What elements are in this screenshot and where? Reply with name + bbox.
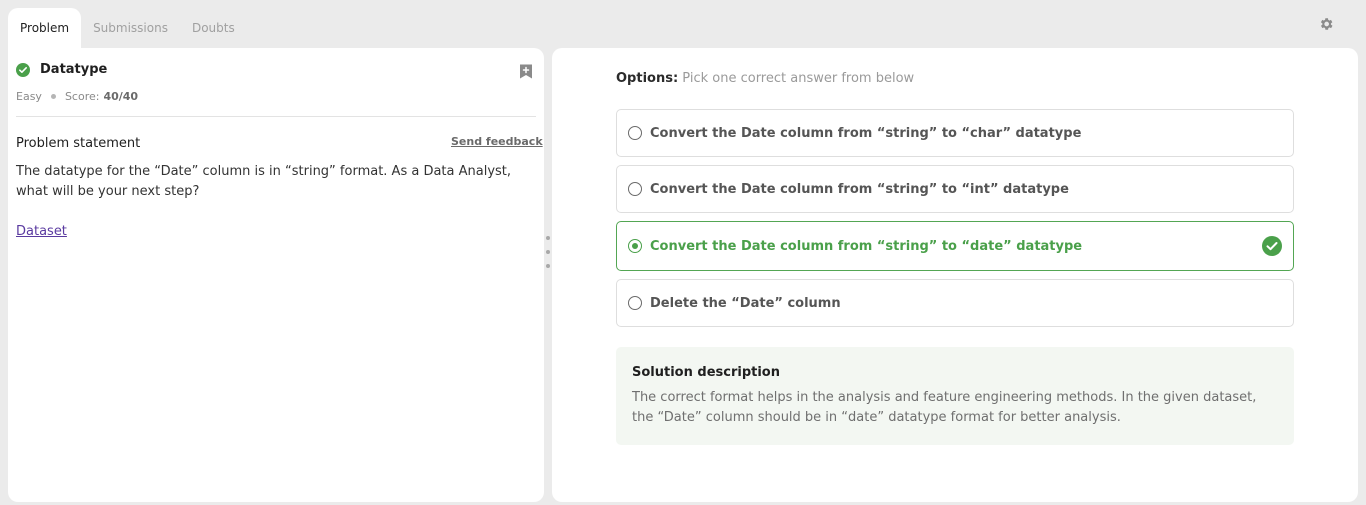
solution-text: The correct format helps in the analysis… [632, 390, 1257, 425]
dataset-link[interactable]: Dataset [16, 224, 67, 239]
check-circle-icon [1262, 236, 1282, 256]
option-text: Convert the Date column from “string” to… [650, 125, 1082, 141]
send-feedback-link[interactable]: Send feedback [451, 135, 543, 148]
problem-statement-heading: Problem statement [16, 136, 141, 151]
separator-dot [50, 94, 56, 99]
radio-button-selected[interactable] [628, 239, 642, 253]
solution-box: Solution description The correct format … [616, 347, 1294, 445]
option-4[interactable]: Delete the “Date” column [616, 279, 1294, 327]
score-value: 40/40 [103, 90, 139, 103]
option-text: Convert the Date column from “string” to… [650, 181, 1069, 197]
answer-panel: Options: Pick one correct answer from be… [552, 48, 1358, 502]
option-3[interactable]: Convert the Date column from “string” to… [616, 221, 1294, 271]
tab-doubts[interactable]: Doubts [180, 8, 247, 48]
option-2[interactable]: Convert the Date column from “string” to… [616, 165, 1294, 213]
tab-submissions[interactable]: Submissions [81, 8, 180, 48]
options-hint: Pick one correct answer from below [682, 71, 915, 86]
problem-title-row: Datatype [16, 62, 107, 77]
problem-title: Datatype [40, 62, 108, 77]
options-label: Options: Pick one correct answer from be… [616, 71, 914, 86]
radio-button[interactable] [628, 182, 642, 196]
gear-icon[interactable] [1316, 14, 1336, 34]
radio-button[interactable] [628, 126, 642, 140]
bookmark-plus-icon[interactable] [518, 63, 534, 80]
option-text: Convert the Date column from “string” to… [650, 238, 1083, 254]
tab-problem[interactable]: Problem [8, 8, 82, 48]
radio-button[interactable] [628, 296, 642, 310]
check-circle-icon [16, 62, 30, 77]
tab-bar: Problem Submissions Doubts [8, 8, 247, 48]
panel-resize-handle[interactable] [545, 236, 551, 268]
difficulty-label: Easy [16, 90, 42, 103]
problem-panel: Datatype Easy Score: 40/40 Problem state… [8, 48, 544, 502]
problem-meta: Easy Score: 40/40 [16, 90, 138, 103]
divider [16, 116, 536, 117]
option-1[interactable]: Convert the Date column from “string” to… [616, 109, 1294, 157]
options-label-bold: Options: [616, 71, 679, 86]
score-label: Score: [64, 90, 100, 103]
problem-statement-text: The datatype for the “Date” column is in… [16, 164, 512, 199]
solution-title: Solution description [632, 365, 780, 380]
option-text: Delete the “Date” column [650, 295, 841, 311]
